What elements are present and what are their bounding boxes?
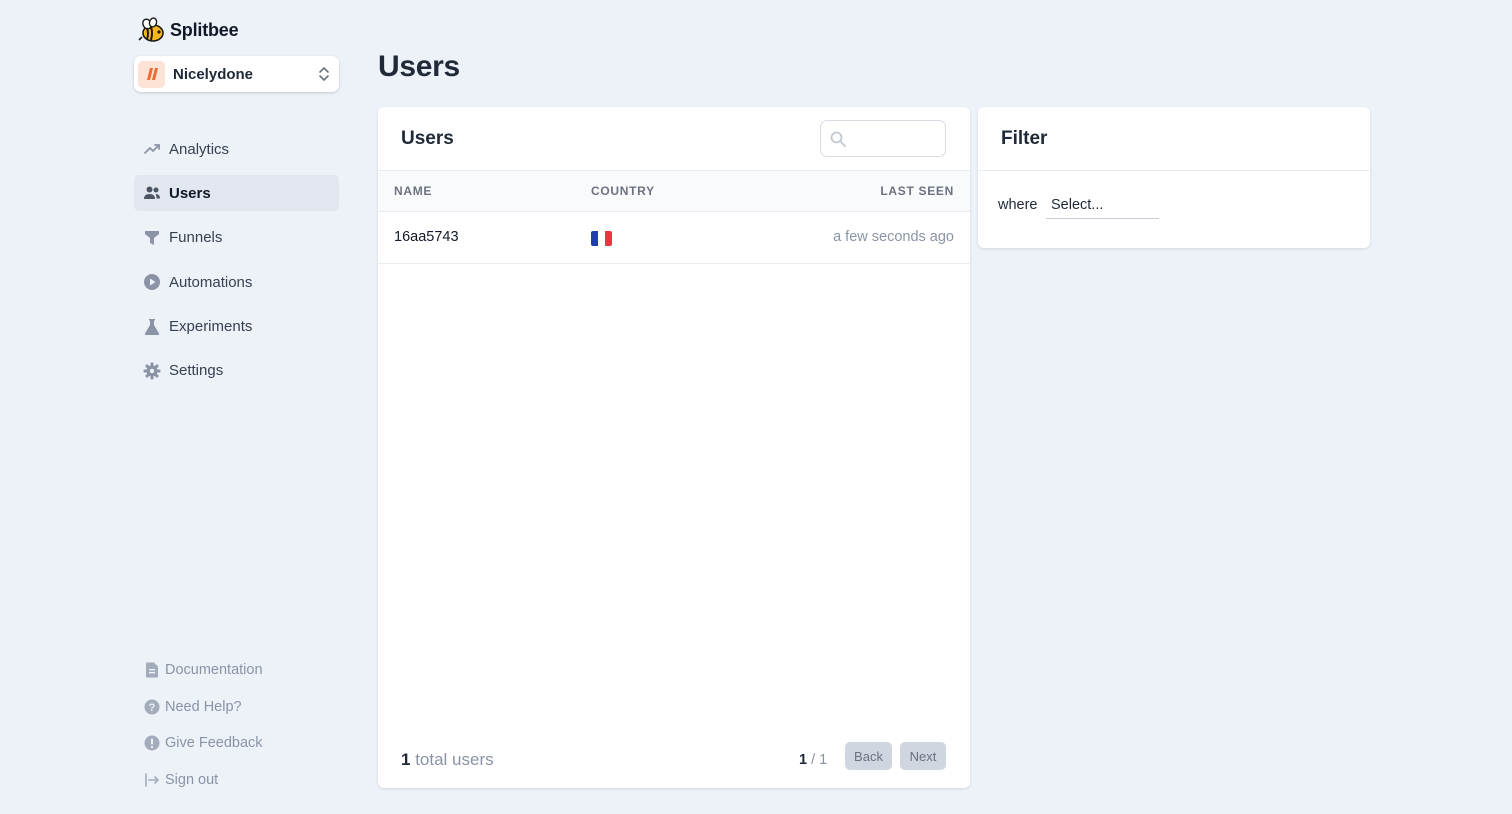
sidebar: Splitbee Nicelydone Analytics Users Funn… (134, 0, 339, 814)
play-circle-icon (143, 273, 161, 291)
beaker-icon (143, 318, 161, 336)
where-label: where (998, 197, 1038, 213)
nav-label: Automations (169, 273, 253, 291)
search-input[interactable] (852, 130, 942, 147)
column-header-country[interactable]: Country (591, 184, 655, 198)
filter-body: where Select... (978, 171, 1370, 248)
funnel-icon (143, 229, 161, 247)
user-id[interactable]: 16aa5743 (394, 229, 459, 245)
svg-text:?: ? (149, 702, 156, 714)
nav-item-automations[interactable]: Automations (134, 264, 339, 300)
nav-item-analytics[interactable]: Analytics (134, 131, 339, 167)
need-help-label: Need Help? (165, 698, 242, 715)
next-button[interactable]: Next (900, 742, 946, 770)
nav-label: Analytics (169, 140, 230, 158)
filter-card: Filter where Select... (978, 107, 1370, 248)
users-card-title: Users (401, 128, 454, 149)
documentation-link[interactable]: Documentation (134, 652, 339, 689)
page-current: 1 (799, 752, 808, 768)
page-title: Users (378, 50, 460, 83)
site-selector[interactable]: Nicelydone (134, 56, 339, 92)
exclamation-circle-icon (144, 735, 160, 751)
table-row[interactable]: 16aa5743 a few seconds ago (378, 212, 970, 264)
sign-out-link[interactable]: Sign out (134, 762, 339, 799)
total-users-label: total users (415, 750, 494, 769)
page-separator: / (807, 752, 820, 768)
users-card-footer: 1 total users 1 / 1 Back Next (378, 736, 970, 788)
sign-out-icon (144, 772, 160, 788)
nav-item-users[interactable]: Users (134, 175, 339, 212)
page-total: 1 (819, 752, 828, 768)
search-icon (830, 131, 846, 147)
nav-label: Users (169, 184, 211, 202)
users-card-header: Users (378, 107, 970, 171)
total-users-count: 1 (401, 750, 411, 769)
documentation-label: Documentation (165, 662, 263, 679)
nav-label: Experiments (169, 318, 253, 336)
gear-icon (143, 362, 161, 380)
users-icon (143, 184, 161, 202)
site-avatar (138, 60, 165, 88)
bee-logo-icon (138, 17, 164, 42)
question-circle-icon: ? (144, 699, 160, 715)
nav-label: Settings (169, 362, 224, 380)
chevron-updown-icon (319, 67, 329, 81)
main-nav: Analytics Users Funnels Automations Expe… (134, 131, 339, 397)
search-box[interactable] (820, 120, 946, 157)
secondary-nav: Documentation ? Need Help? Give Feedback… (134, 652, 339, 798)
nav-item-funnels[interactable]: Funnels (134, 220, 339, 256)
give-feedback-link[interactable]: Give Feedback (134, 725, 339, 762)
sign-out-label: Sign out (165, 771, 219, 788)
site-name: Nicelydone (173, 65, 254, 83)
brand-name: Splitbee (170, 19, 239, 40)
column-header-name[interactable]: Name (394, 184, 432, 198)
nav-item-settings[interactable]: Settings (134, 353, 339, 389)
users-card: Users Name Country Last seen 16aa5743 a … (378, 107, 970, 788)
total-users: 1 total users (401, 750, 494, 770)
filter-card-header: Filter (978, 107, 1370, 171)
document-icon (144, 662, 160, 678)
table-header: Name Country Last seen (378, 171, 970, 212)
filter-select[interactable]: Select... (1046, 192, 1159, 219)
filter-card-title: Filter (1001, 128, 1048, 149)
trending-up-icon (143, 140, 161, 158)
nav-label: Funnels (169, 229, 223, 247)
brand-logo[interactable]: Splitbee (138, 16, 239, 44)
need-help-link[interactable]: ? Need Help? (134, 689, 339, 726)
last-seen: a few seconds ago (833, 229, 954, 245)
give-feedback-label: Give Feedback (165, 735, 263, 752)
site-logo-icon (146, 68, 158, 80)
back-button[interactable]: Back (845, 742, 892, 770)
page-indicator: 1 / 1 (799, 752, 827, 768)
nav-item-experiments[interactable]: Experiments (134, 309, 339, 345)
column-header-last-seen[interactable]: Last seen (880, 184, 954, 198)
france-flag-icon (591, 231, 612, 246)
